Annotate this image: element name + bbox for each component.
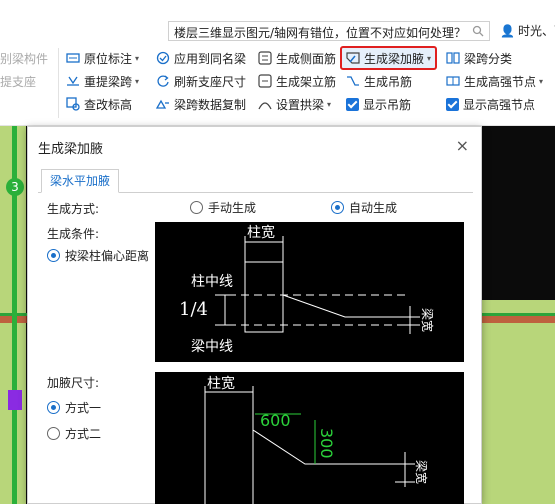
haunch-icon: [346, 52, 360, 64]
label-ratio: 1/4: [179, 299, 208, 320]
radio-mode-two[interactable]: 方式二: [47, 425, 101, 442]
tab-bar: 梁水平加腋: [38, 169, 473, 193]
category-icon: [446, 52, 460, 64]
arch-icon: [258, 102, 272, 110]
radio-selected-icon: [331, 201, 344, 214]
close-icon[interactable]: ×: [456, 136, 469, 155]
radio-mode-one[interactable]: 方式一: [47, 399, 101, 416]
axis-badge: 3: [6, 178, 24, 196]
radio-selected-icon: [47, 401, 60, 414]
radio-selected-icon: [47, 249, 60, 262]
label-dim-vertical: 300: [317, 428, 336, 459]
condition-label: 生成条件:: [47, 227, 100, 241]
checkbox-checked-icon: [346, 97, 359, 111]
label-beam-width: 梁宽: [420, 308, 435, 332]
dialog-title: 生成梁加腋: [38, 142, 104, 157]
gen-side-rebar-button[interactable]: 生成侧面筋: [258, 48, 336, 68]
radio-manual-generate[interactable]: 手动生成: [190, 199, 256, 216]
node-icon: [446, 76, 460, 86]
radio-icon: [47, 427, 60, 440]
in-situ-annotation-button[interactable]: 原位标注 ▾: [66, 48, 139, 68]
user-name[interactable]: 👤时光、而: [500, 22, 555, 39]
preview-eccentricity: 柱宽 柱中线 1/4 梁中线 梁宽: [155, 222, 464, 362]
refresh-icon: [157, 75, 169, 87]
refresh-support-button[interactable]: 刷新支座尺寸: [156, 71, 246, 91]
hanger-rebar-icon: [347, 76, 359, 86]
preview-haunch-drawing: 柱宽 600 300 梁宽: [204, 375, 429, 504]
copy-icon: [156, 99, 169, 109]
user-icon: 👤: [500, 24, 515, 38]
gen-erection-rebar-button[interactable]: 生成架立筋: [258, 71, 336, 91]
search-icon[interactable]: [472, 25, 484, 37]
preview-eccentricity-drawing: 柱宽 柱中线 1/4 梁中线 梁宽: [179, 224, 435, 355]
label-beam-width-2: 梁宽: [414, 460, 429, 484]
haunch-size-label: 加腋尺寸:: [47, 376, 100, 390]
show-hanger-rebar-checkbox[interactable]: 显示吊筋: [346, 94, 411, 114]
gen-beam-haunch-button[interactable]: 生成梁加腋 ▾: [340, 46, 438, 70]
ribbon-divider: [58, 48, 59, 118]
copy-span-data-button[interactable]: 梁跨数据复制: [156, 94, 246, 114]
apply-same-beam-button[interactable]: 应用到同名梁: [156, 48, 246, 68]
tab-horizontal-haunch[interactable]: 梁水平加腋: [41, 169, 120, 193]
show-high-strength-node-checkbox[interactable]: 显示高强节点: [446, 94, 535, 114]
re-extract-span-button[interactable]: 重提梁跨 ▾: [66, 71, 139, 91]
search-input[interactable]: 楼层三维显示图元/轴网有错位，位置不对应如何处理？: [174, 24, 466, 41]
check-elevation-button[interactable]: 查改标高: [66, 94, 132, 114]
annotation-icon: [66, 53, 80, 63]
elevation-icon: [66, 97, 80, 111]
label-col-center: 柱中线: [191, 274, 233, 290]
label-col-width-2: 柱宽: [207, 375, 235, 392]
apply-icon: [156, 51, 170, 65]
cad-canvas-right: [482, 126, 555, 300]
top-bar: 楼层三维显示图元/轴网有错位，位置不对应如何处理？ 👤时光、而: [0, 0, 555, 42]
method-label: 生成方式:: [47, 202, 100, 216]
radio-icon: [190, 201, 203, 214]
cad-column-marker: [8, 390, 22, 410]
set-arch-beam-button[interactable]: 设置拱梁 ▾: [258, 94, 331, 114]
ribbon-toolbar: 别梁构件 提支座 原位标注 ▾ 重提梁跨 ▾ 查改标高 应用到同名梁 刷新支座尺寸 …: [0, 42, 555, 126]
beam-haunch-dialog: 生成梁加腋 × 梁水平加腋 生成方式: 手动生成 自动生成 生成条件: 按梁柱偏…: [27, 126, 482, 504]
search-box[interactable]: 楼层三维显示图元/轴网有错位，位置不对应如何处理？: [168, 21, 490, 41]
radio-auto-generate[interactable]: 自动生成: [331, 199, 397, 216]
cad-element-right: [482, 300, 555, 504]
gen-hanger-rebar-button[interactable]: 生成吊筋: [346, 71, 412, 91]
label-dim-horizontal: 600: [260, 411, 291, 430]
span-category-button[interactable]: 梁跨分类: [446, 48, 512, 68]
erection-rebar-icon: [258, 74, 272, 88]
side-rebar-icon: [258, 51, 272, 65]
span-icon: [67, 76, 79, 86]
label-col-width: 柱宽: [247, 224, 275, 241]
radio-by-eccentricity[interactable]: 按梁柱偏心距离: [47, 247, 149, 264]
extract-support-partial-button[interactable]: 提支座: [0, 71, 36, 91]
label-beam-center: 梁中线: [191, 339, 233, 355]
preview-haunch-size: 柱宽 600 300 梁宽: [155, 372, 464, 504]
checkbox-checked-icon: [446, 97, 459, 111]
gen-high-strength-node-button[interactable]: 生成高强节点 ▾: [446, 71, 543, 91]
identify-beam-partial-button[interactable]: 别梁构件: [0, 48, 48, 68]
